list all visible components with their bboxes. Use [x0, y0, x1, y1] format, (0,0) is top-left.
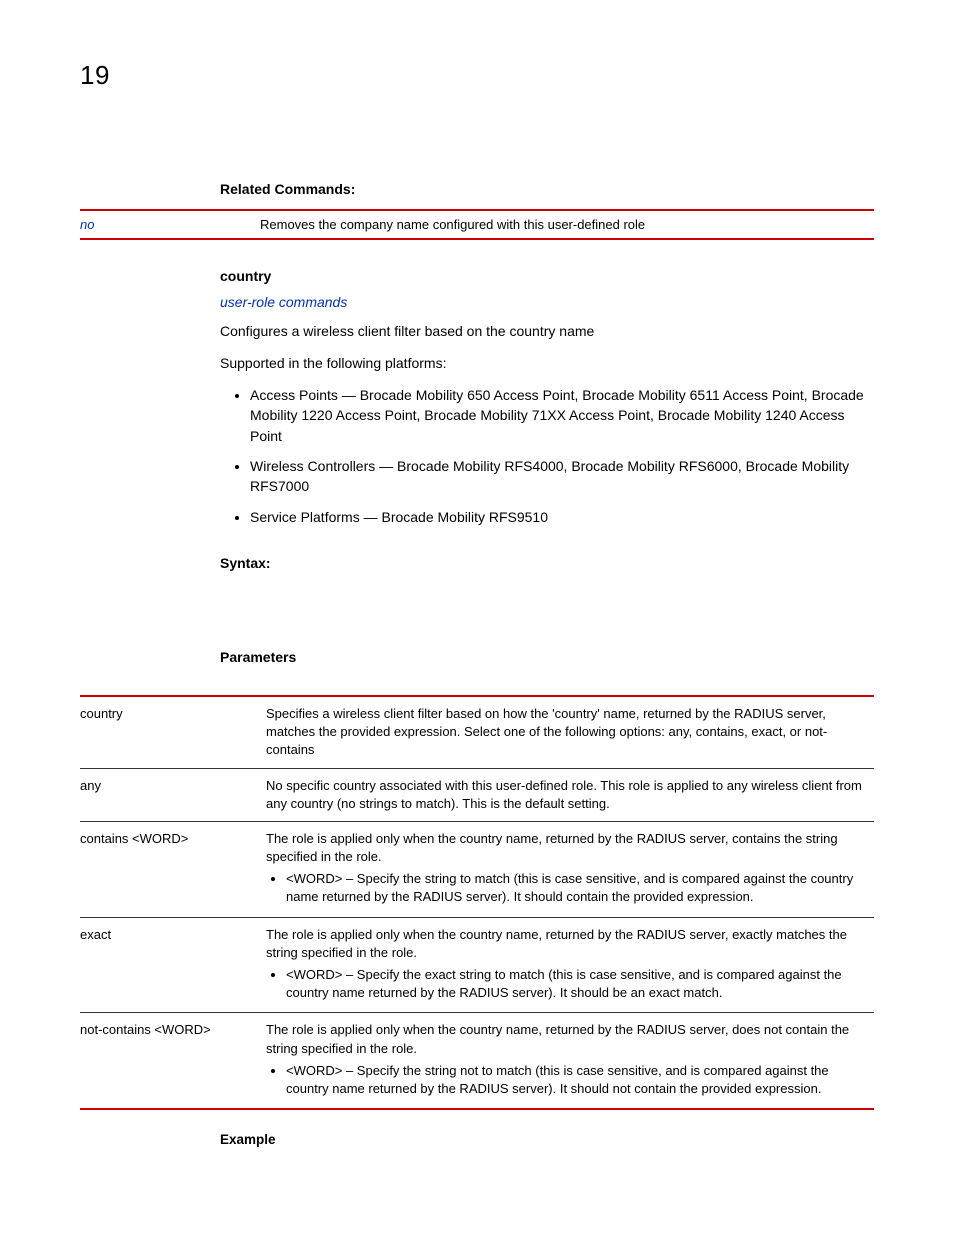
param-sublist: <WORD> – Specify the exact string to mat…: [286, 966, 868, 1002]
list-item: <WORD> – Specify the exact string to mat…: [286, 966, 868, 1002]
param-desc: The role is applied only when the countr…: [266, 821, 874, 917]
syntax-heading: Syntax:: [220, 555, 874, 571]
list-item: <WORD> – Specify the string not to match…: [286, 1062, 868, 1098]
param-text: The role is applied only when the countr…: [266, 831, 838, 864]
param-desc: The role is applied only when the countr…: [266, 1013, 874, 1109]
param-sublist: <WORD> – Specify the string to match (th…: [286, 870, 868, 906]
param-key: country: [80, 696, 266, 768]
param-key: any: [80, 768, 266, 821]
param-text: The role is applied only when the countr…: [266, 1022, 849, 1055]
example-heading: Example: [220, 1132, 874, 1147]
param-desc: The role is applied only when the countr…: [266, 917, 874, 1013]
param-key: exact: [80, 917, 266, 1013]
related-commands-table: no Removes the company name configured w…: [80, 209, 874, 240]
table-row: no Removes the company name configured w…: [80, 210, 874, 239]
user-role-commands-link[interactable]: user-role commands: [220, 294, 874, 310]
param-sublist: <WORD> – Specify the string not to match…: [286, 1062, 868, 1098]
param-desc: Specifies a wireless client filter based…: [266, 696, 874, 768]
table-row: exact The role is applied only when the …: [80, 917, 874, 1013]
platform-list: Access Points — Brocade Mobility 650 Acc…: [250, 385, 874, 527]
list-item: Wireless Controllers — Brocade Mobility …: [250, 456, 874, 497]
list-item: <WORD> – Specify the string to match (th…: [286, 870, 868, 906]
table-row: contains <WORD> The role is applied only…: [80, 821, 874, 917]
param-text: The role is applied only when the countr…: [266, 927, 847, 960]
country-heading: country: [220, 268, 874, 284]
parameters-table: country Specifies a wireless client filt…: [80, 695, 874, 1110]
rc-key: no: [80, 210, 260, 239]
param-key: contains <WORD>: [80, 821, 266, 917]
parameters-heading: Parameters: [220, 649, 874, 665]
table-row: any No specific country associated with …: [80, 768, 874, 821]
param-desc: No specific country associated with this…: [266, 768, 874, 821]
rc-desc: Removes the company name configured with…: [260, 210, 874, 239]
list-item: Service Platforms — Brocade Mobility RFS…: [250, 507, 874, 527]
intro-text: Configures a wireless client filter base…: [220, 322, 874, 342]
related-commands-heading: Related Commands:: [220, 181, 874, 197]
param-key: not-contains <WORD>: [80, 1013, 266, 1109]
list-item: Access Points — Brocade Mobility 650 Acc…: [250, 385, 874, 446]
table-row: country Specifies a wireless client filt…: [80, 696, 874, 768]
page-number: 19: [80, 60, 874, 91]
table-row: not-contains <WORD> The role is applied …: [80, 1013, 874, 1109]
supported-text: Supported in the following platforms:: [220, 354, 874, 374]
